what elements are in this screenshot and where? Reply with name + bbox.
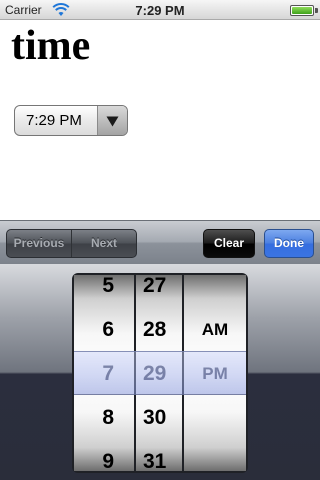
hour-item[interactable]: 8 — [74, 396, 134, 440]
minute-item-selected[interactable]: 29 — [136, 352, 182, 396]
keyboard-toolbar: Previous Next Clear Done — [0, 220, 320, 264]
hour-item[interactable]: 9 — [74, 440, 134, 471]
hour-item[interactable]: 5 — [74, 275, 134, 308]
prev-next-segmented-control: Previous Next — [6, 229, 137, 258]
battery-icon — [290, 5, 314, 16]
status-bar: Carrier 7:29 PM — [0, 0, 320, 20]
status-clock: 7:29 PM — [135, 3, 185, 18]
previous-button[interactable]: Previous — [7, 230, 72, 257]
time-picker: 5 6 7 8 9 27 28 29 30 31 AM PM — [0, 264, 320, 480]
next-button[interactable]: Next — [72, 230, 136, 257]
minute-wheel[interactable]: 27 28 29 30 31 — [136, 275, 182, 471]
done-button[interactable]: Done — [264, 229, 314, 258]
time-select[interactable]: 7:29 PM — [14, 105, 128, 136]
picker-frame: 5 6 7 8 9 27 28 29 30 31 AM PM — [72, 273, 248, 473]
minute-item[interactable]: 30 — [136, 396, 182, 440]
page-title: time — [11, 23, 91, 69]
hour-wheel[interactable]: 5 6 7 8 9 — [74, 275, 134, 471]
triangle-down-icon — [106, 116, 119, 127]
select-dropdown-button[interactable] — [97, 106, 127, 135]
clear-button[interactable]: Clear — [203, 229, 255, 258]
ampm-wheel[interactable]: AM PM — [184, 275, 246, 471]
ampm-item-selected[interactable]: PM — [184, 352, 246, 396]
minute-item[interactable]: 27 — [136, 275, 182, 308]
time-select-value: 7:29 PM — [26, 112, 82, 129]
minute-item[interactable]: 31 — [136, 440, 182, 471]
minute-item[interactable]: 28 — [136, 308, 182, 352]
ampm-item[interactable]: AM — [184, 308, 246, 352]
battery-cap — [315, 8, 318, 13]
hour-item[interactable]: 6 — [74, 308, 134, 352]
hour-item-selected[interactable]: 7 — [74, 352, 134, 396]
